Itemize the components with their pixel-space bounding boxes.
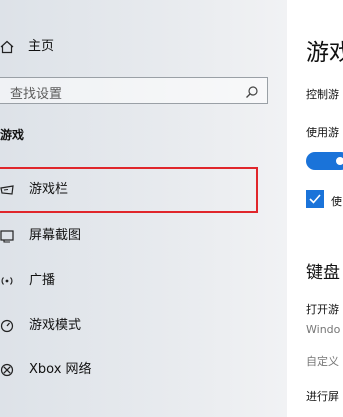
search-input[interactable]: 查找设置 bbox=[0, 77, 268, 104]
page-description: 控制游 bbox=[306, 88, 339, 101]
sidebar-item-game-mode[interactable]: 游戏模式 bbox=[0, 306, 270, 346]
sidebar-item-captures[interactable]: 屏幕截图 bbox=[0, 216, 270, 256]
record-label: 进行屏 bbox=[306, 390, 339, 403]
sidebar-item-label: 游戏模式 bbox=[29, 318, 82, 333]
search-icon[interactable] bbox=[245, 84, 259, 103]
open-game-bar-label: 打开游 bbox=[306, 303, 339, 316]
nav-home[interactable]: 主页 bbox=[0, 27, 270, 67]
keyboard-shortcuts-heading: 键盘 bbox=[306, 263, 340, 283]
toggle-label: 使用游 bbox=[306, 126, 339, 139]
home-icon bbox=[0, 40, 14, 54]
checkbox-label: 使 bbox=[331, 195, 342, 208]
capture-icon bbox=[0, 229, 14, 243]
highlight-annotation bbox=[0, 167, 258, 213]
sidebar-item-label: Xbox 网络 bbox=[29, 362, 92, 377]
section-title: 游戏 bbox=[0, 128, 25, 142]
settings-sidebar: 主页 查找设置 游戏 游戏栏 屏幕截图 广播 游戏模式 Xbox 网络 bbox=[0, 0, 287, 417]
xbox-icon bbox=[0, 363, 14, 377]
game-mode-icon bbox=[0, 319, 14, 333]
search-placeholder: 查找设置 bbox=[10, 87, 63, 102]
custom-shortcut-label: 自定义 bbox=[306, 355, 339, 368]
sidebar-item-xbox-network[interactable]: Xbox 网络 bbox=[0, 350, 270, 390]
game-bar-toggle[interactable] bbox=[306, 152, 343, 170]
broadcast-icon bbox=[0, 274, 14, 288]
check-icon bbox=[309, 194, 321, 204]
page-title: 游戏 bbox=[306, 40, 343, 66]
content-pane: 游戏 控制游 使用游 使 键盘 打开游 Windo 自定义 进行屏 bbox=[287, 0, 343, 417]
sidebar-item-label: 广播 bbox=[29, 273, 56, 288]
open-game-bar-value: Windo bbox=[306, 323, 341, 336]
nav-home-label: 主页 bbox=[28, 39, 55, 54]
sidebar-item-broadcast[interactable]: 广播 bbox=[0, 261, 270, 301]
sidebar-item-label: 屏幕截图 bbox=[29, 228, 82, 243]
toggle-knob bbox=[336, 157, 343, 165]
controller-checkbox[interactable] bbox=[306, 190, 324, 208]
